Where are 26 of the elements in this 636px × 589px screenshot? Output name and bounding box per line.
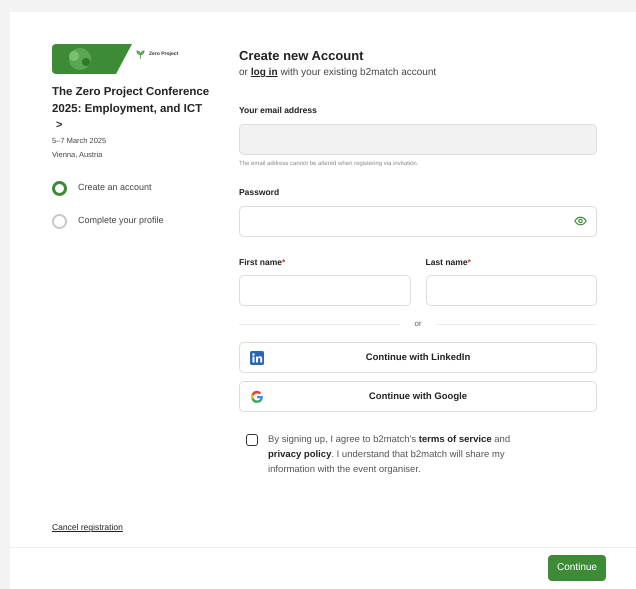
- login-link[interactable]: log in: [250, 65, 278, 80]
- password-field[interactable]: [239, 206, 597, 236]
- field-label: Last name*: [426, 256, 472, 268]
- linkedin-icon: [250, 351, 264, 366]
- divider-text: or: [414, 318, 422, 330]
- consent-text: By signing up, I agree to b2match's terms of service and privacy policy. I understand that b2match will share my information with the event organiser.: [268, 433, 512, 478]
- consent-checkbox[interactable]: [246, 434, 258, 446]
- name-field[interactable]: [426, 275, 597, 306]
- continue-button[interactable]: Continue: [548, 554, 606, 580]
- social-login-button[interactable]: Continue with LinkedIn: [239, 342, 597, 374]
- event-title: The Zero Project Conference 2025: Employment, and ICT: [52, 85, 210, 117]
- name-field[interactable]: [239, 275, 410, 306]
- sprout-icon: [136, 50, 145, 59]
- chevron-link[interactable]: >: [52, 118, 62, 132]
- step-label: Create an account: [78, 181, 152, 194]
- subheading-text: with your existing b2match account: [280, 66, 436, 80]
- field-label: Password: [239, 186, 280, 198]
- subheading-text: or: [239, 66, 248, 80]
- google-icon: [250, 390, 264, 404]
- social-login-button[interactable]: Continue with Google: [239, 381, 597, 412]
- eye-icon[interactable]: [574, 216, 587, 226]
- step-label: Complete your profile: [78, 214, 164, 228]
- field-label: First name*: [239, 256, 286, 268]
- cancel-link[interactable]: Cancel registration: [52, 521, 123, 534]
- form-heading: Create new Account: [239, 48, 364, 64]
- field-label: Your email address: [239, 104, 318, 117]
